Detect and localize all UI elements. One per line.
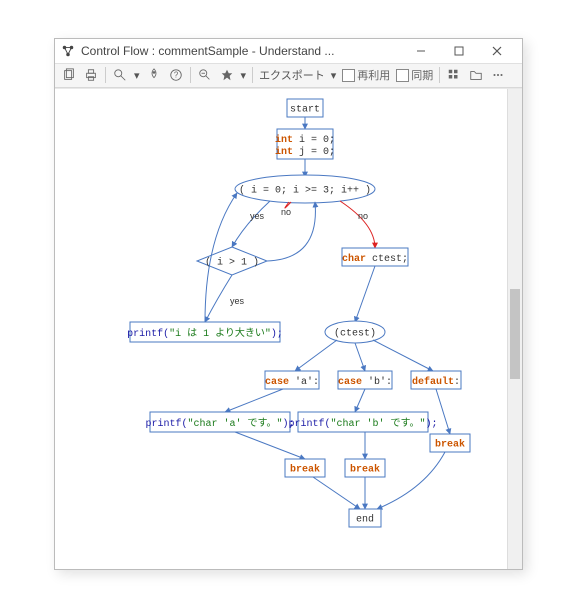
label-for-nored: no	[281, 207, 291, 217]
vertical-scrollbar[interactable]	[507, 89, 522, 569]
star-icon[interactable]	[219, 67, 235, 83]
scrollbar-thumb[interactable]	[510, 289, 520, 379]
svg-text:(ctest): (ctest)	[334, 327, 376, 339]
grid-icon[interactable]	[446, 67, 462, 83]
folder-icon[interactable]	[468, 67, 484, 83]
edge-if-no-loop	[267, 202, 315, 261]
edge-caseb-printf	[355, 389, 365, 412]
export-label[interactable]: エクスポート	[259, 67, 325, 83]
node-start-label: start	[290, 104, 320, 115]
label-if-yes: yes	[230, 296, 245, 306]
star-dropdown-marker[interactable]: ▾	[241, 69, 247, 82]
close-button[interactable]	[478, 39, 516, 63]
client-area: start int i = 0; int j = 0; ( i = 0; i >…	[55, 88, 522, 569]
edge-printfa-break	[235, 432, 305, 459]
edge-switch-b	[355, 343, 365, 371]
marker-icon[interactable]	[146, 67, 162, 83]
more-icon[interactable]	[490, 67, 506, 83]
svg-text:int i = 0;: int i = 0;	[275, 133, 335, 145]
node-for-cond[interactable]: ( i = 0; i >= 3; i++ )	[235, 175, 375, 203]
node-case-b[interactable]: case 'b':	[338, 371, 392, 389]
sync-label: 同期	[411, 67, 433, 83]
node-break-default[interactable]: break	[430, 434, 470, 452]
edge-decl-switch	[355, 266, 375, 322]
titlebar[interactable]: Control Flow : commentSample - Understan…	[55, 39, 522, 64]
svg-text:?: ?	[173, 71, 178, 80]
node-default[interactable]: default:	[411, 371, 461, 389]
node-switch[interactable]: (ctest)	[325, 321, 385, 343]
window-title: Control Flow : commentSample - Understan…	[81, 44, 402, 58]
svg-text:char ctest;: char ctest;	[342, 252, 408, 264]
node-end[interactable]: end	[349, 509, 381, 527]
svg-text:case 'a':: case 'a':	[265, 375, 319, 387]
svg-text:( i > 1 ): ( i > 1 )	[205, 256, 259, 268]
edge-for-no	[340, 201, 375, 248]
node-char-decl[interactable]: char ctest;	[342, 248, 408, 266]
svg-text:break: break	[435, 438, 465, 450]
svg-text:printf("char 'a' です。");: printf("char 'a' です。");	[145, 416, 294, 429]
node-printf-b[interactable]: printf("char 'b' です。");	[288, 412, 437, 432]
zoom-dropdown-marker[interactable]: ▾	[134, 69, 140, 82]
print-icon[interactable]	[83, 67, 99, 83]
node-break-a[interactable]: break	[285, 459, 325, 477]
label-for-yes: yes	[250, 211, 265, 221]
reuse-label: 再利用	[357, 67, 390, 83]
edge-breaka-end	[313, 477, 360, 509]
svg-text:break: break	[350, 463, 380, 475]
svg-text:end: end	[356, 513, 374, 525]
toolbar: ▾ ? ▾ エクスポート ▾ 再利用 同期	[55, 64, 522, 88]
svg-text:printf("i は 1 より大きい");: printf("i は 1 より大きい");	[127, 325, 283, 339]
edge-default-break	[436, 389, 450, 434]
zoom-out-icon[interactable]	[197, 67, 213, 83]
edge-for-yes	[232, 201, 270, 247]
reuse-checkbox[interactable]: 再利用	[342, 67, 390, 83]
app-icon	[61, 44, 75, 58]
maximize-button[interactable]	[440, 39, 478, 63]
svg-text:printf("char 'b' です。");: printf("char 'b' です。");	[288, 416, 437, 429]
node-case-a[interactable]: case 'a':	[265, 371, 319, 389]
edge-if-yes	[205, 275, 232, 322]
svg-text:( i = 0; i >= 3; i++ ): ( i = 0; i >= 3; i++ )	[239, 184, 371, 196]
copy-icon[interactable]	[61, 67, 77, 83]
node-start[interactable]: start	[287, 99, 323, 117]
svg-text:int j = 0;: int j = 0;	[275, 145, 335, 157]
svg-text:break: break	[290, 463, 320, 475]
edge-casea-printf	[225, 389, 283, 412]
edge-switch-a	[295, 340, 337, 371]
node-break-b[interactable]: break	[345, 459, 385, 477]
node-printf-a[interactable]: printf("char 'a' です。");	[145, 412, 294, 432]
node-if[interactable]: ( i > 1 )	[197, 247, 267, 275]
label-for-no: no	[358, 211, 368, 221]
node-init[interactable]: int i = 0; int j = 0;	[275, 129, 335, 159]
svg-text:case 'b':: case 'b':	[338, 375, 392, 387]
node-printf1[interactable]: printf("i は 1 より大きい");	[127, 322, 283, 342]
svg-text:default:: default:	[412, 375, 460, 387]
zoom-icon[interactable]	[112, 67, 128, 83]
window-frame: Control Flow : commentSample - Understan…	[54, 38, 523, 570]
sync-checkbox[interactable]: 同期	[396, 67, 433, 83]
flow-canvas[interactable]: start int i = 0; int j = 0; ( i = 0; i >…	[55, 89, 507, 569]
window-buttons	[402, 39, 516, 63]
edge-switch-default	[373, 340, 433, 371]
help-icon[interactable]: ?	[168, 67, 184, 83]
minimize-button[interactable]	[402, 39, 440, 63]
export-dropdown-marker[interactable]: ▾	[331, 69, 337, 82]
edge-breakd-end	[377, 452, 445, 509]
